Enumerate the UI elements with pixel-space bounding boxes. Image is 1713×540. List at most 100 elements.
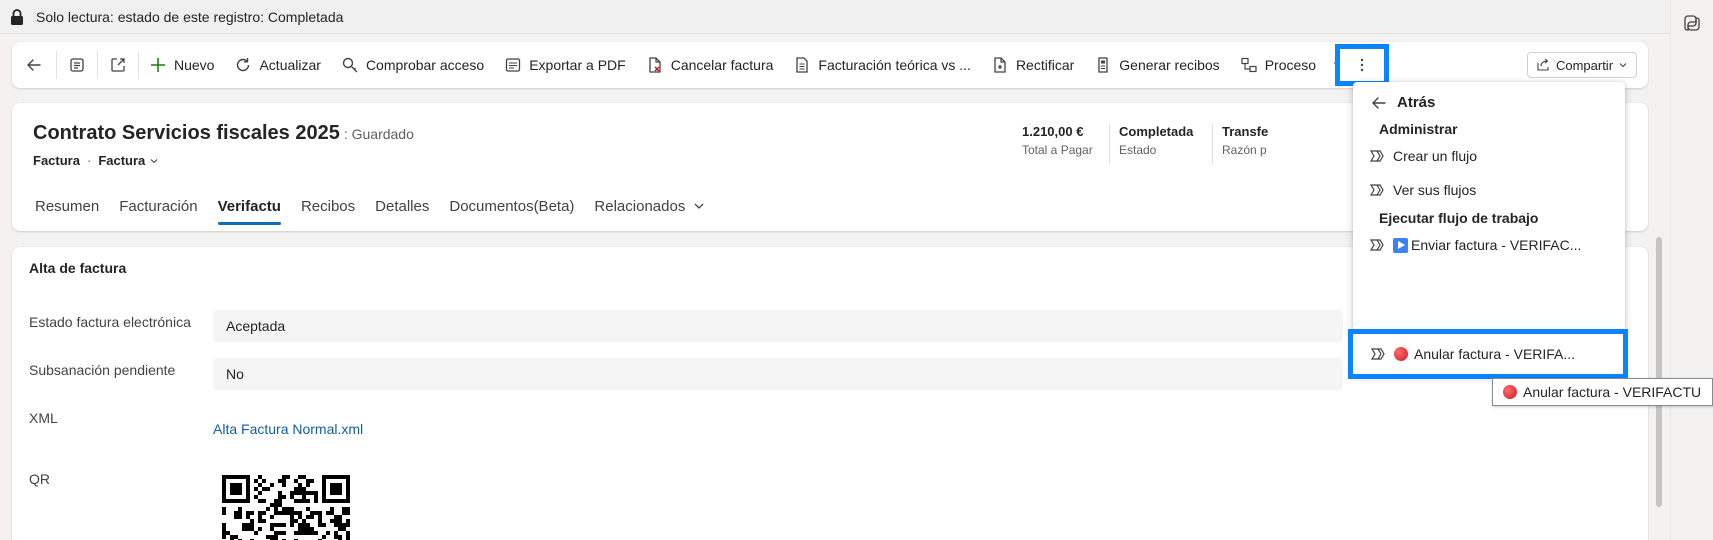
separator bbox=[1212, 123, 1213, 165]
field-label: XML bbox=[29, 410, 58, 426]
theoretical-billing-button[interactable]: Facturación teórica vs ... bbox=[783, 42, 981, 88]
header-field-label: Razón p bbox=[1222, 143, 1267, 157]
chevron-down-icon bbox=[694, 203, 704, 209]
flow-icon bbox=[1369, 239, 1384, 251]
field-label: Subsanación pendiente bbox=[29, 362, 176, 378]
separator-dot: · bbox=[86, 153, 92, 168]
menu-item-view-flows[interactable]: Ver sus flujos bbox=[1369, 182, 1476, 198]
red-circle-icon bbox=[1394, 347, 1408, 361]
process-flow-icon bbox=[1241, 57, 1257, 73]
field-label: Estado factura electrónica bbox=[29, 314, 191, 330]
subsanacion-field[interactable]: No bbox=[213, 358, 1343, 390]
refresh-label: Actualizar bbox=[259, 57, 321, 73]
record-title-text: Contrato Servicios fiscales 2025 bbox=[33, 122, 340, 144]
menu-item-label: Crear un flujo bbox=[1393, 148, 1478, 164]
receipt-icon bbox=[1098, 57, 1108, 73]
rectify-label: Rectificar bbox=[1015, 57, 1075, 73]
cancel-invoice-button[interactable]: Cancelar factura bbox=[636, 42, 784, 88]
menu-item-send-invoice[interactable]: Enviar factura - VERIFAC... bbox=[1369, 237, 1581, 253]
tab-resumen[interactable]: Resumen bbox=[25, 183, 109, 229]
menu-item-label: Ver sus flujos bbox=[1393, 182, 1477, 198]
entity-name: Factura bbox=[33, 153, 80, 168]
section-title: Alta de factura bbox=[29, 260, 127, 276]
lock-icon bbox=[11, 8, 23, 25]
document-edit-icon bbox=[994, 57, 1006, 73]
vertical-scrollbar[interactable] bbox=[1656, 237, 1662, 507]
new-button[interactable]: Nuevo bbox=[139, 42, 224, 88]
refresh-icon bbox=[237, 58, 250, 72]
more-commands-button[interactable] bbox=[1335, 44, 1389, 86]
menu-back-button[interactable]: Atrás bbox=[1371, 94, 1435, 111]
readonly-text: Solo lectura: estado de este registro: C… bbox=[36, 8, 344, 25]
process-button[interactable]: Proceso bbox=[1230, 42, 1326, 88]
export-pdf-button[interactable]: Exportar a PDF bbox=[494, 42, 635, 88]
share-button[interactable]: Compartir bbox=[1527, 52, 1637, 78]
tab-relacionados[interactable]: Relacionados bbox=[584, 183, 715, 229]
share-label: Compartir bbox=[1555, 57, 1614, 73]
arrow-left-icon bbox=[1372, 96, 1386, 109]
chevron-down-icon bbox=[1619, 63, 1627, 68]
header-field-status: Completada Estado bbox=[1119, 124, 1193, 157]
readonly-notification-bar: Solo lectura: estado de este registro: C… bbox=[0, 0, 1670, 34]
tooltip: Anular factura - VERIFACTU bbox=[1492, 378, 1713, 406]
arrow-left-icon bbox=[27, 59, 41, 71]
header-field-total: 1.210,00 € Total a Pagar bbox=[1022, 124, 1093, 157]
tooltip-text: Anular factura - VERIFACTU bbox=[1523, 384, 1702, 400]
record-title: Contrato Servicios fiscales 2025: Guarda… bbox=[33, 122, 414, 145]
theoretical-billing-label: Facturación teórica vs ... bbox=[818, 57, 971, 73]
chevron-down-icon[interactable] bbox=[149, 156, 159, 166]
copilot-icon[interactable] bbox=[1683, 14, 1701, 32]
save-status: : Guardado bbox=[343, 126, 414, 142]
refresh-button[interactable]: Actualizar bbox=[224, 42, 330, 88]
qr-code-image bbox=[222, 475, 350, 540]
xml-file-link[interactable]: Alta Factura Normal.xml bbox=[213, 421, 363, 437]
menu-header-run-workflow: Ejecutar flujo de trabajo bbox=[1379, 210, 1539, 226]
menu-item-label: Anular factura - VERIFA... bbox=[1414, 346, 1576, 362]
right-side-rail bbox=[1670, 0, 1713, 540]
form-view-button[interactable] bbox=[57, 42, 97, 88]
field-label: QR bbox=[29, 471, 50, 487]
form-selector[interactable]: Factura bbox=[98, 153, 145, 168]
menu-item-annul-invoice[interactable]: Anular factura - VERIFA... bbox=[1348, 329, 1628, 379]
header-field-label: Estado bbox=[1119, 143, 1157, 157]
tab-recibos[interactable]: Recibos bbox=[291, 183, 365, 229]
document-lines-icon bbox=[796, 57, 809, 73]
menu-header-admin: Administrar bbox=[1379, 121, 1458, 137]
document-dismiss-icon bbox=[649, 57, 661, 73]
flow-icon bbox=[1369, 150, 1384, 162]
play-icon bbox=[1393, 237, 1408, 253]
tab-relacionados-label: Relacionados bbox=[594, 197, 686, 215]
tab-documentos[interactable]: Documentos(Beta) bbox=[439, 183, 584, 229]
generate-receipts-button[interactable]: Generar recibos bbox=[1084, 42, 1229, 88]
header-field-value: 1.210,00 € bbox=[1022, 124, 1084, 139]
estado-field[interactable]: Aceptada bbox=[213, 310, 1343, 342]
header-field-value: Completada bbox=[1119, 124, 1194, 139]
flow-icon bbox=[1369, 184, 1384, 196]
new-label: Nuevo bbox=[174, 57, 215, 73]
share-icon bbox=[1537, 58, 1549, 71]
menu-item-create-flow[interactable]: Crear un flujo bbox=[1369, 148, 1477, 164]
menu-back-label: Atrás bbox=[1397, 94, 1436, 111]
header-field-reason: Transfe Razón p bbox=[1222, 124, 1268, 157]
record-subtitle: Factura · Factura bbox=[33, 153, 159, 168]
separator bbox=[1109, 123, 1110, 165]
back-button[interactable] bbox=[12, 42, 56, 88]
header-field-value: Transfe bbox=[1222, 124, 1269, 139]
rectify-button[interactable]: Rectificar bbox=[981, 42, 1084, 88]
generate-receipts-label: Generar recibos bbox=[1119, 57, 1220, 73]
red-circle-icon bbox=[1503, 385, 1517, 399]
pdf-icon bbox=[506, 58, 521, 72]
plus-icon bbox=[151, 58, 165, 72]
tab-facturacion[interactable]: Facturación bbox=[109, 183, 207, 229]
menu-item-label: Enviar factura - VERIFAC... bbox=[1411, 237, 1582, 253]
key-search-icon bbox=[342, 57, 358, 73]
check-access-button[interactable]: Comprobar acceso bbox=[331, 42, 494, 88]
open-external-icon bbox=[111, 58, 125, 72]
tab-verifactu[interactable]: Verifactu bbox=[208, 183, 291, 229]
process-label: Proceso bbox=[1264, 57, 1317, 73]
export-pdf-label: Exportar a PDF bbox=[529, 57, 626, 73]
check-access-label: Comprobar acceso bbox=[365, 57, 485, 73]
tab-list: Resumen Facturación Verifactu Recibos De… bbox=[25, 183, 715, 229]
open-new-window-button[interactable] bbox=[98, 42, 138, 88]
tab-detalles[interactable]: Detalles bbox=[365, 183, 439, 229]
